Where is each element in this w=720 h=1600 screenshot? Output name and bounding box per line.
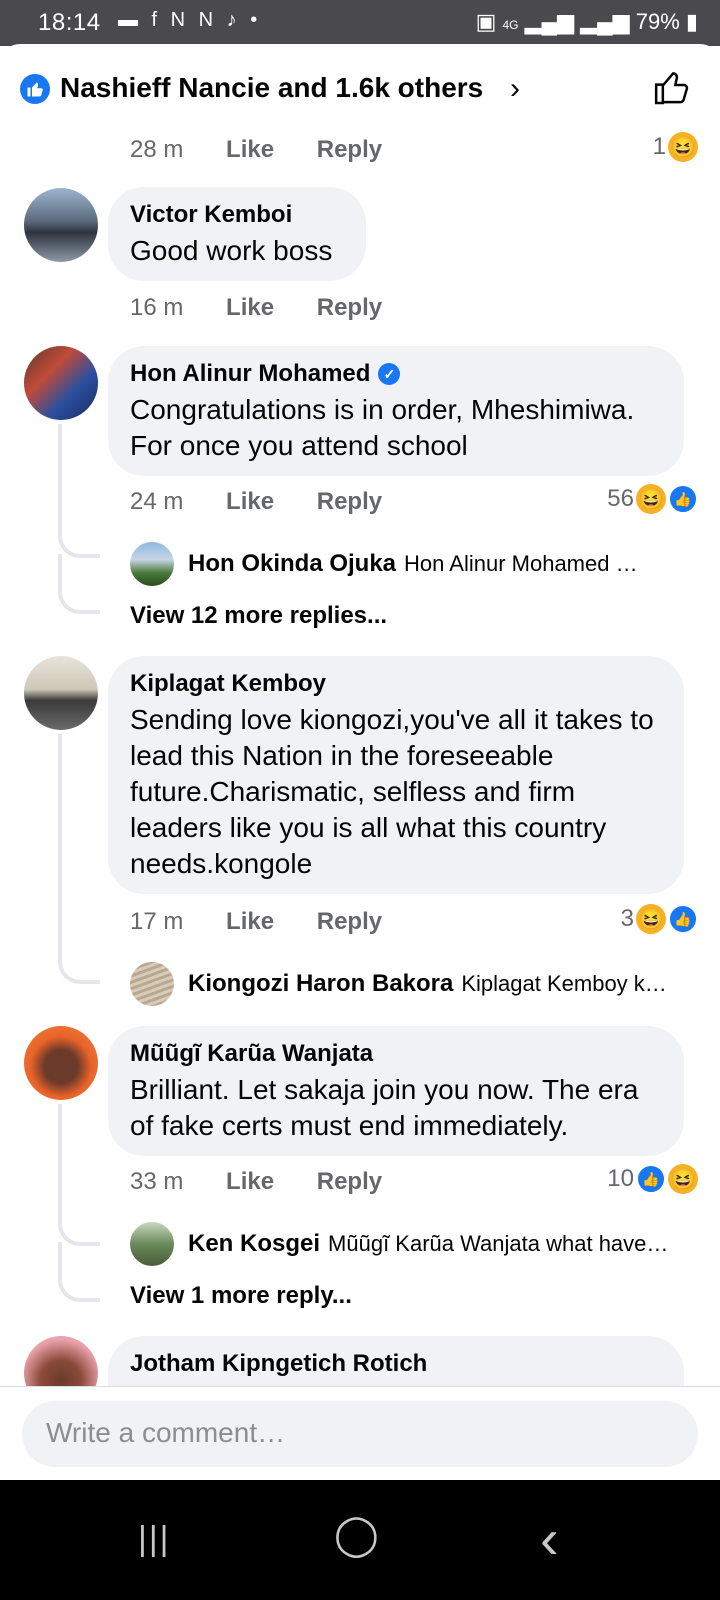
commenter-name-text[interactable]: Hon Alinur Mohamed: [130, 360, 370, 388]
avatar[interactable]: [24, 346, 98, 420]
reaction-count[interactable]: 10 👍 😆: [607, 1164, 698, 1194]
comment-time: 16 m: [130, 294, 184, 321]
haha-emoji-icon: 😆: [636, 904, 666, 934]
reply-button[interactable]: Reply: [317, 294, 382, 322]
commenter-name[interactable]: Victor Kemboi: [130, 201, 344, 229]
comment-meta: 17 m Like Reply: [130, 908, 382, 936]
haha-emoji-icon: 😆: [668, 1164, 698, 1194]
reply-preview[interactable]: Kiongozi Haron Bakora Kiplagat Kemboy k…: [188, 970, 678, 998]
like-button[interactable]: Like: [226, 488, 274, 516]
avatar[interactable]: [24, 188, 98, 262]
comment-bubble[interactable]: Victor Kemboi Good work boss: [108, 187, 366, 281]
reply-button[interactable]: Reply: [317, 136, 382, 164]
status-time: 18:14: [38, 9, 101, 36]
avatar[interactable]: [130, 962, 174, 1006]
like-button[interactable]: Like: [226, 908, 274, 936]
reaction-number: 1: [652, 133, 666, 160]
like-button[interactable]: Like: [226, 294, 274, 322]
comment-meta: 28 m Like Reply: [130, 136, 382, 164]
comment-time: 33 m: [130, 1168, 184, 1195]
thread-line: [58, 424, 100, 558]
recents-icon[interactable]: |||: [138, 1520, 171, 1559]
commenter-name[interactable]: Mũũgĩ Karũa Wanjata: [130, 1040, 662, 1068]
reply-preview[interactable]: Hon Okinda Ojuka Hon Alinur Mohamed …: [188, 550, 658, 578]
reply-text: Hon Alinur Mohamed …: [404, 551, 638, 576]
network-label: 4G: [502, 18, 519, 32]
alarm-icon: ▣: [475, 9, 503, 34]
commenter-name[interactable]: Kiplagat Kemboy: [130, 670, 662, 698]
haha-emoji-icon: 😆: [636, 484, 666, 514]
reply-preview[interactable]: Ken Kosgei Mũũgĩ Karũa Wanjata what have…: [188, 1230, 688, 1258]
avatar[interactable]: [130, 542, 174, 586]
reactions-header[interactable]: Nashieff Nancie and 1.6k others ›: [0, 44, 720, 136]
haha-emoji-icon: 😆: [668, 132, 698, 162]
reaction-count[interactable]: 56 😆 👍: [607, 484, 698, 514]
comment-bubble[interactable]: Kiplagat Kemboy Sending love kiongozi,yo…: [108, 656, 684, 894]
comment-text: Sending love kiongozi,you've all it take…: [130, 704, 654, 879]
commenter-name[interactable]: Hon Alinur Mohamed ✓: [130, 360, 662, 388]
battery-icon: ▮: [685, 9, 698, 34]
system-nav-bar: ||| ◯ ‹: [0, 1480, 720, 1600]
avatar[interactable]: [24, 1026, 98, 1100]
reactions-summary[interactable]: Nashieff Nancie and 1.6k others: [60, 72, 483, 104]
reply-author[interactable]: Hon Okinda Ojuka: [188, 550, 396, 578]
thread-line: [58, 1104, 100, 1246]
comment-text: Congratulations is in order, Mheshimiwa.…: [130, 394, 635, 461]
status-right: ▣ 4G ▂▄▆ ▂▄▆ 79% ▮: [476, 9, 698, 35]
comment-text: Brilliant. Let sakaja join you now. The …: [130, 1074, 639, 1141]
thread-line: [58, 734, 100, 984]
comment-meta: 24 m Like Reply: [130, 488, 382, 516]
reaction-number: 56: [607, 485, 634, 512]
reaction-count[interactable]: 3 😆 👍: [621, 904, 698, 934]
comment-composer: Write a comment…: [0, 1386, 720, 1481]
home-icon[interactable]: ◯: [334, 1512, 379, 1558]
reaction-number: 3: [620, 905, 634, 932]
notification-icons: ▬ f N N ♪ •: [118, 9, 262, 31]
like-button[interactable]: Like: [226, 1168, 274, 1196]
like-button[interactable]: Like: [226, 136, 274, 164]
comment-meta: 16 m Like Reply: [130, 294, 382, 322]
thread-line: [58, 1242, 100, 1302]
comment-time: 28 m: [130, 136, 184, 163]
comments-sheet: Nashieff Nancie and 1.6k others › 28 m L…: [0, 44, 720, 1510]
comment-input-placeholder: Write a comment…: [46, 1417, 286, 1448]
comment-text: Good work boss: [130, 235, 333, 266]
thumbs-up-outline-icon: [654, 72, 689, 105]
comment-bubble[interactable]: Mũũgĩ Karũa Wanjata Brilliant. Let sakaj…: [108, 1026, 684, 1156]
like-emoji-icon: 👍: [668, 484, 698, 514]
reaction-count[interactable]: 1 😆: [653, 132, 698, 162]
comment-time: 17 m: [130, 908, 184, 935]
reaction-number: 10: [607, 1165, 634, 1192]
reply-button[interactable]: Reply: [317, 908, 382, 936]
reply-text: Kiplagat Kemboy k…: [461, 971, 667, 996]
like-emoji-icon: 👍: [668, 904, 698, 934]
commenter-name[interactable]: Jotham Kipngetich Rotich: [130, 1350, 662, 1378]
comment-bubble[interactable]: Hon Alinur Mohamed ✓ Congratulations is …: [108, 346, 684, 476]
thread-line: [58, 554, 100, 614]
comment-time: 24 m: [130, 488, 184, 515]
view-more-replies[interactable]: View 1 more reply...: [130, 1282, 352, 1310]
back-icon[interactable]: ‹: [540, 1506, 559, 1571]
comment-meta: 33 m Like Reply: [130, 1168, 382, 1196]
battery-label: 79%: [635, 9, 680, 34]
like-emoji-icon: 👍: [636, 1164, 666, 1194]
like-post-button[interactable]: [652, 68, 692, 113]
reply-author[interactable]: Ken Kosgei: [188, 1230, 320, 1258]
like-reaction-icon: [20, 74, 50, 104]
status-bar: 18:14 ▬ f N N ♪ • ▣ 4G ▂▄▆ ▂▄▆ 79% ▮: [0, 0, 720, 46]
reply-author[interactable]: Kiongozi Haron Bakora: [188, 970, 453, 998]
comment-input[interactable]: Write a comment…: [22, 1401, 698, 1467]
view-more-replies[interactable]: View 12 more replies...: [130, 602, 387, 630]
avatar[interactable]: [24, 656, 98, 730]
reply-button[interactable]: Reply: [317, 488, 382, 516]
reply-button[interactable]: Reply: [317, 1168, 382, 1196]
signal-icon: ▂▄▆ ▂▄▆: [524, 9, 636, 34]
chevron-right-icon[interactable]: ›: [510, 72, 520, 106]
avatar[interactable]: [130, 1222, 174, 1266]
reply-text: Mũũgĩ Karũa Wanjata what have…: [328, 1231, 669, 1256]
verified-badge-icon: ✓: [378, 363, 401, 385]
